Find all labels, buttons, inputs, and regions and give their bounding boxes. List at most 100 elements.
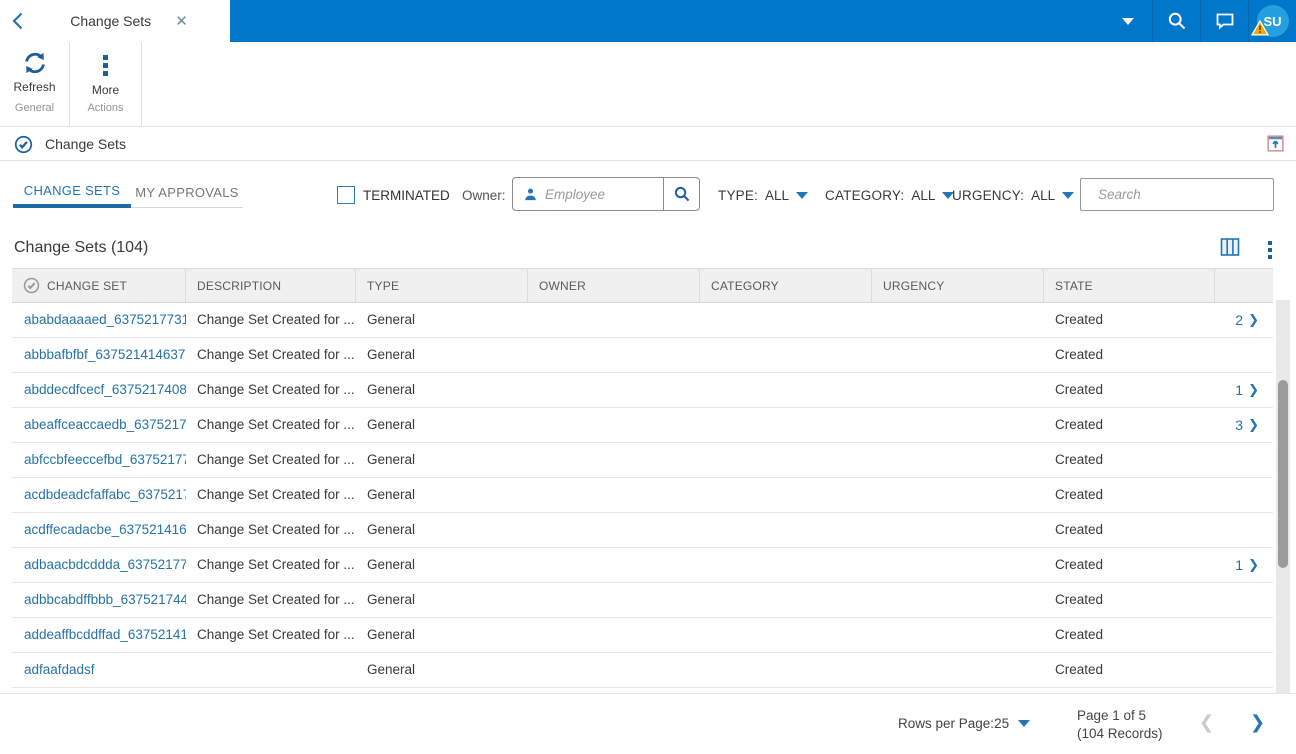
list-more-button[interactable] [1268,238,1272,262]
more-button[interactable]: More [92,50,119,100]
type-filter-label: TYPE: [718,188,759,203]
table-row[interactable]: acdffecadacbe_637521416 Change Set Creat… [12,513,1273,548]
table-row[interactable]: abbbafbfbf_637521414637 Change Set Creat… [12,338,1273,373]
table-row[interactable]: abddecdfcecf_6375217408 Change Set Creat… [12,373,1273,408]
urgency-cell [872,338,1044,372]
topbar-chat-button[interactable] [1200,0,1248,42]
owner-lookup-button[interactable] [663,178,699,210]
category-cell [700,583,872,617]
type-cell: General [367,382,416,397]
column-header-urgency[interactable]: URGENCY [872,269,1044,302]
category-filter-value: ALL [911,188,936,203]
drilldown-count: 1 [1235,382,1244,398]
change-set-link[interactable]: adbbcabdffbbb_637521744 [12,583,186,617]
urgency-filter-dropdown[interactable]: URGENCY: ALL [952,188,1075,203]
ribbon-group-actions: More Actions [70,42,142,126]
document-tab[interactable]: Change Sets [34,0,230,42]
table-row[interactable]: adbaacbdcddda_63752177 Change Set Create… [12,548,1273,583]
previous-page-button[interactable] [1199,712,1214,733]
type-filter-dropdown[interactable]: TYPE: ALL [718,188,809,203]
search-input[interactable] [1098,187,1277,202]
change-set-link[interactable]: adfaafdadsf [12,653,186,687]
urgency-cell [872,583,1044,617]
vertical-scrollbar[interactable] [1276,300,1290,702]
urgency-cell [872,548,1044,582]
urgency-cell [872,408,1044,442]
next-page-button[interactable] [1250,712,1265,733]
description-cell: Change Set Created for ... [197,417,355,432]
state-cell: Created [1055,592,1104,607]
rows-per-page-dropdown[interactable]: Rows per Page:25 [898,716,1031,731]
owner-cell [528,548,700,582]
columns-button[interactable] [1220,237,1240,262]
more-label: More [91,83,120,97]
table-header-row: CHANGE SET DESCRIPTION TYPE OWNER CATEGO… [12,268,1273,303]
drilldown-cell[interactable]: 3 [1215,408,1273,442]
back-button[interactable] [0,0,34,42]
table-row[interactable]: adbbcabdffbbb_637521744 Change Set Creat… [12,583,1273,618]
list-title: Change Sets (104) [14,238,149,256]
owner-input-area[interactable] [513,178,663,210]
description-cell: Change Set Created for ... [197,382,355,397]
scrollbar-thumb[interactable] [1278,380,1288,568]
tab-change-sets[interactable]: CHANGE SETS [13,177,131,208]
change-set-link[interactable]: acdffecadacbe_637521416 [12,513,186,547]
person-icon [525,188,536,200]
table-row[interactable]: addeaffbcddffad_63752141 Change Set Crea… [12,618,1273,653]
document-tab-zone: Change Sets [0,0,230,42]
owner-input[interactable] [545,186,645,202]
filter-bar: CHANGE SETS MY APPROVALS TERMINATED Owne… [0,161,1296,227]
urgency-filter-label: URGENCY: [952,188,1025,203]
list-header: Change Sets (104) [0,227,1296,268]
drilldown-cell[interactable]: 1 [1215,373,1273,407]
column-header-category[interactable]: CATEGORY [700,269,872,302]
change-set-link[interactable]: abeaffceaccaedb_6375217 [12,408,186,442]
tab-my-approvals[interactable]: MY APPROVALS [131,177,243,208]
terminated-checkbox[interactable] [337,186,355,204]
column-header-state[interactable]: STATE [1044,269,1215,302]
category-cell [700,338,872,372]
column-header-owner[interactable]: OWNER [528,269,700,302]
column-header-type[interactable]: TYPE [356,269,528,302]
refresh-button[interactable]: Refresh [13,50,56,100]
change-set-link[interactable]: abbbafbfbf_637521414637 [12,338,186,372]
table-row[interactable]: ababdaaaaed_6375217731 Change Set Create… [12,303,1273,338]
view-tabs: CHANGE SETS MY APPROVALS [13,177,243,208]
terminated-label: TERMINATED [363,188,450,203]
open-window-icon[interactable] [1267,135,1284,157]
topbar-user-menu[interactable]: SU [1248,0,1296,42]
table-row[interactable]: adfaafdadsf General Created [12,653,1273,688]
change-set-link[interactable]: abfccbfeeccefbd_63752177 [12,443,186,477]
topbar-search-button[interactable] [1152,0,1200,42]
chevron-down-icon [1122,17,1134,25]
refresh-icon [24,52,45,74]
change-set-link[interactable]: ababdaaaaed_6375217731 [12,303,186,337]
description-cell: Change Set Created for ... [197,557,355,572]
more-icon [103,50,108,79]
topbar-dropdown-button[interactable] [1104,0,1152,42]
chevron-down-icon [1062,192,1075,199]
type-filter-value: ALL [765,188,790,203]
state-cell: Created [1055,452,1104,467]
drilldown-cell[interactable]: 2 [1215,303,1273,337]
change-set-link[interactable]: acdbdeadcfaffabc_6375217 [12,478,186,512]
state-cell: Created [1055,312,1104,327]
description-cell: Change Set Created for ... [197,347,355,362]
drilldown-cell[interactable]: 1 [1215,548,1273,582]
category-filter-dropdown[interactable]: CATEGORY: ALL [825,188,955,203]
close-tab-icon[interactable] [169,10,194,32]
column-header-description[interactable]: DESCRIPTION [186,269,356,302]
table-row[interactable]: abfccbfeeccefbd_63752177 Change Set Crea… [12,443,1273,478]
description-cell: Change Set Created for ... [197,592,355,607]
type-cell: General [367,522,416,537]
table-row[interactable]: abeaffceaccaedb_6375217 Change Set Creat… [12,408,1273,443]
change-set-link[interactable]: adbaacbdcddda_63752177 [12,548,186,582]
urgency-cell [872,443,1044,477]
change-set-link[interactable]: abddecdfcecf_6375217408 [12,373,186,407]
column-header-change-set[interactable]: CHANGE SET [12,269,186,302]
drilldown-count: 1 [1235,557,1244,573]
ribbon-group-general-label: General [14,102,55,114]
table-row[interactable]: acdbdeadcfaffabc_6375217 Change Set Crea… [12,478,1273,513]
change-set-link[interactable]: addeaffbcddffad_63752141 [12,618,186,652]
refresh-label: Refresh [13,80,56,94]
